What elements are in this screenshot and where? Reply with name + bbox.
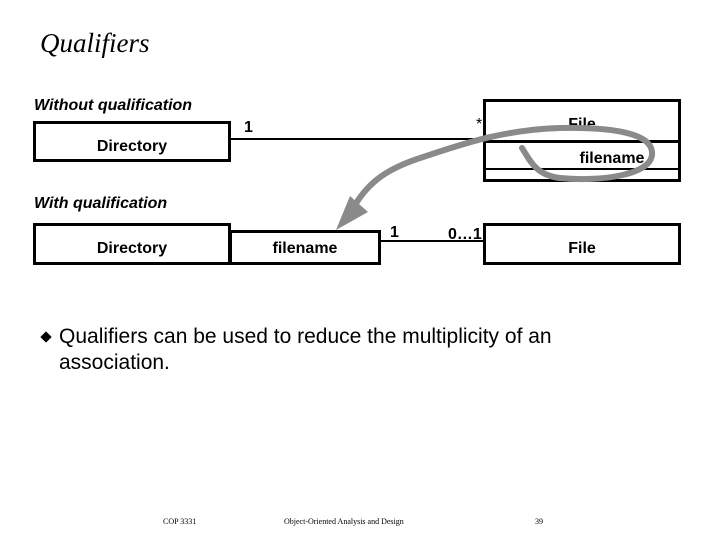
footer-subject: Object-Oriented Analysis and Design (284, 517, 404, 526)
footer-course: COP 3331 (163, 517, 197, 526)
annotation-loop-arrow-path (352, 124, 655, 208)
annotation-arrow (336, 124, 655, 230)
arrowhead-icon (336, 196, 368, 230)
footer-page-number: 39 (535, 517, 543, 526)
bullet-text: Qualifiers can be used to reduce the mul… (59, 325, 552, 374)
